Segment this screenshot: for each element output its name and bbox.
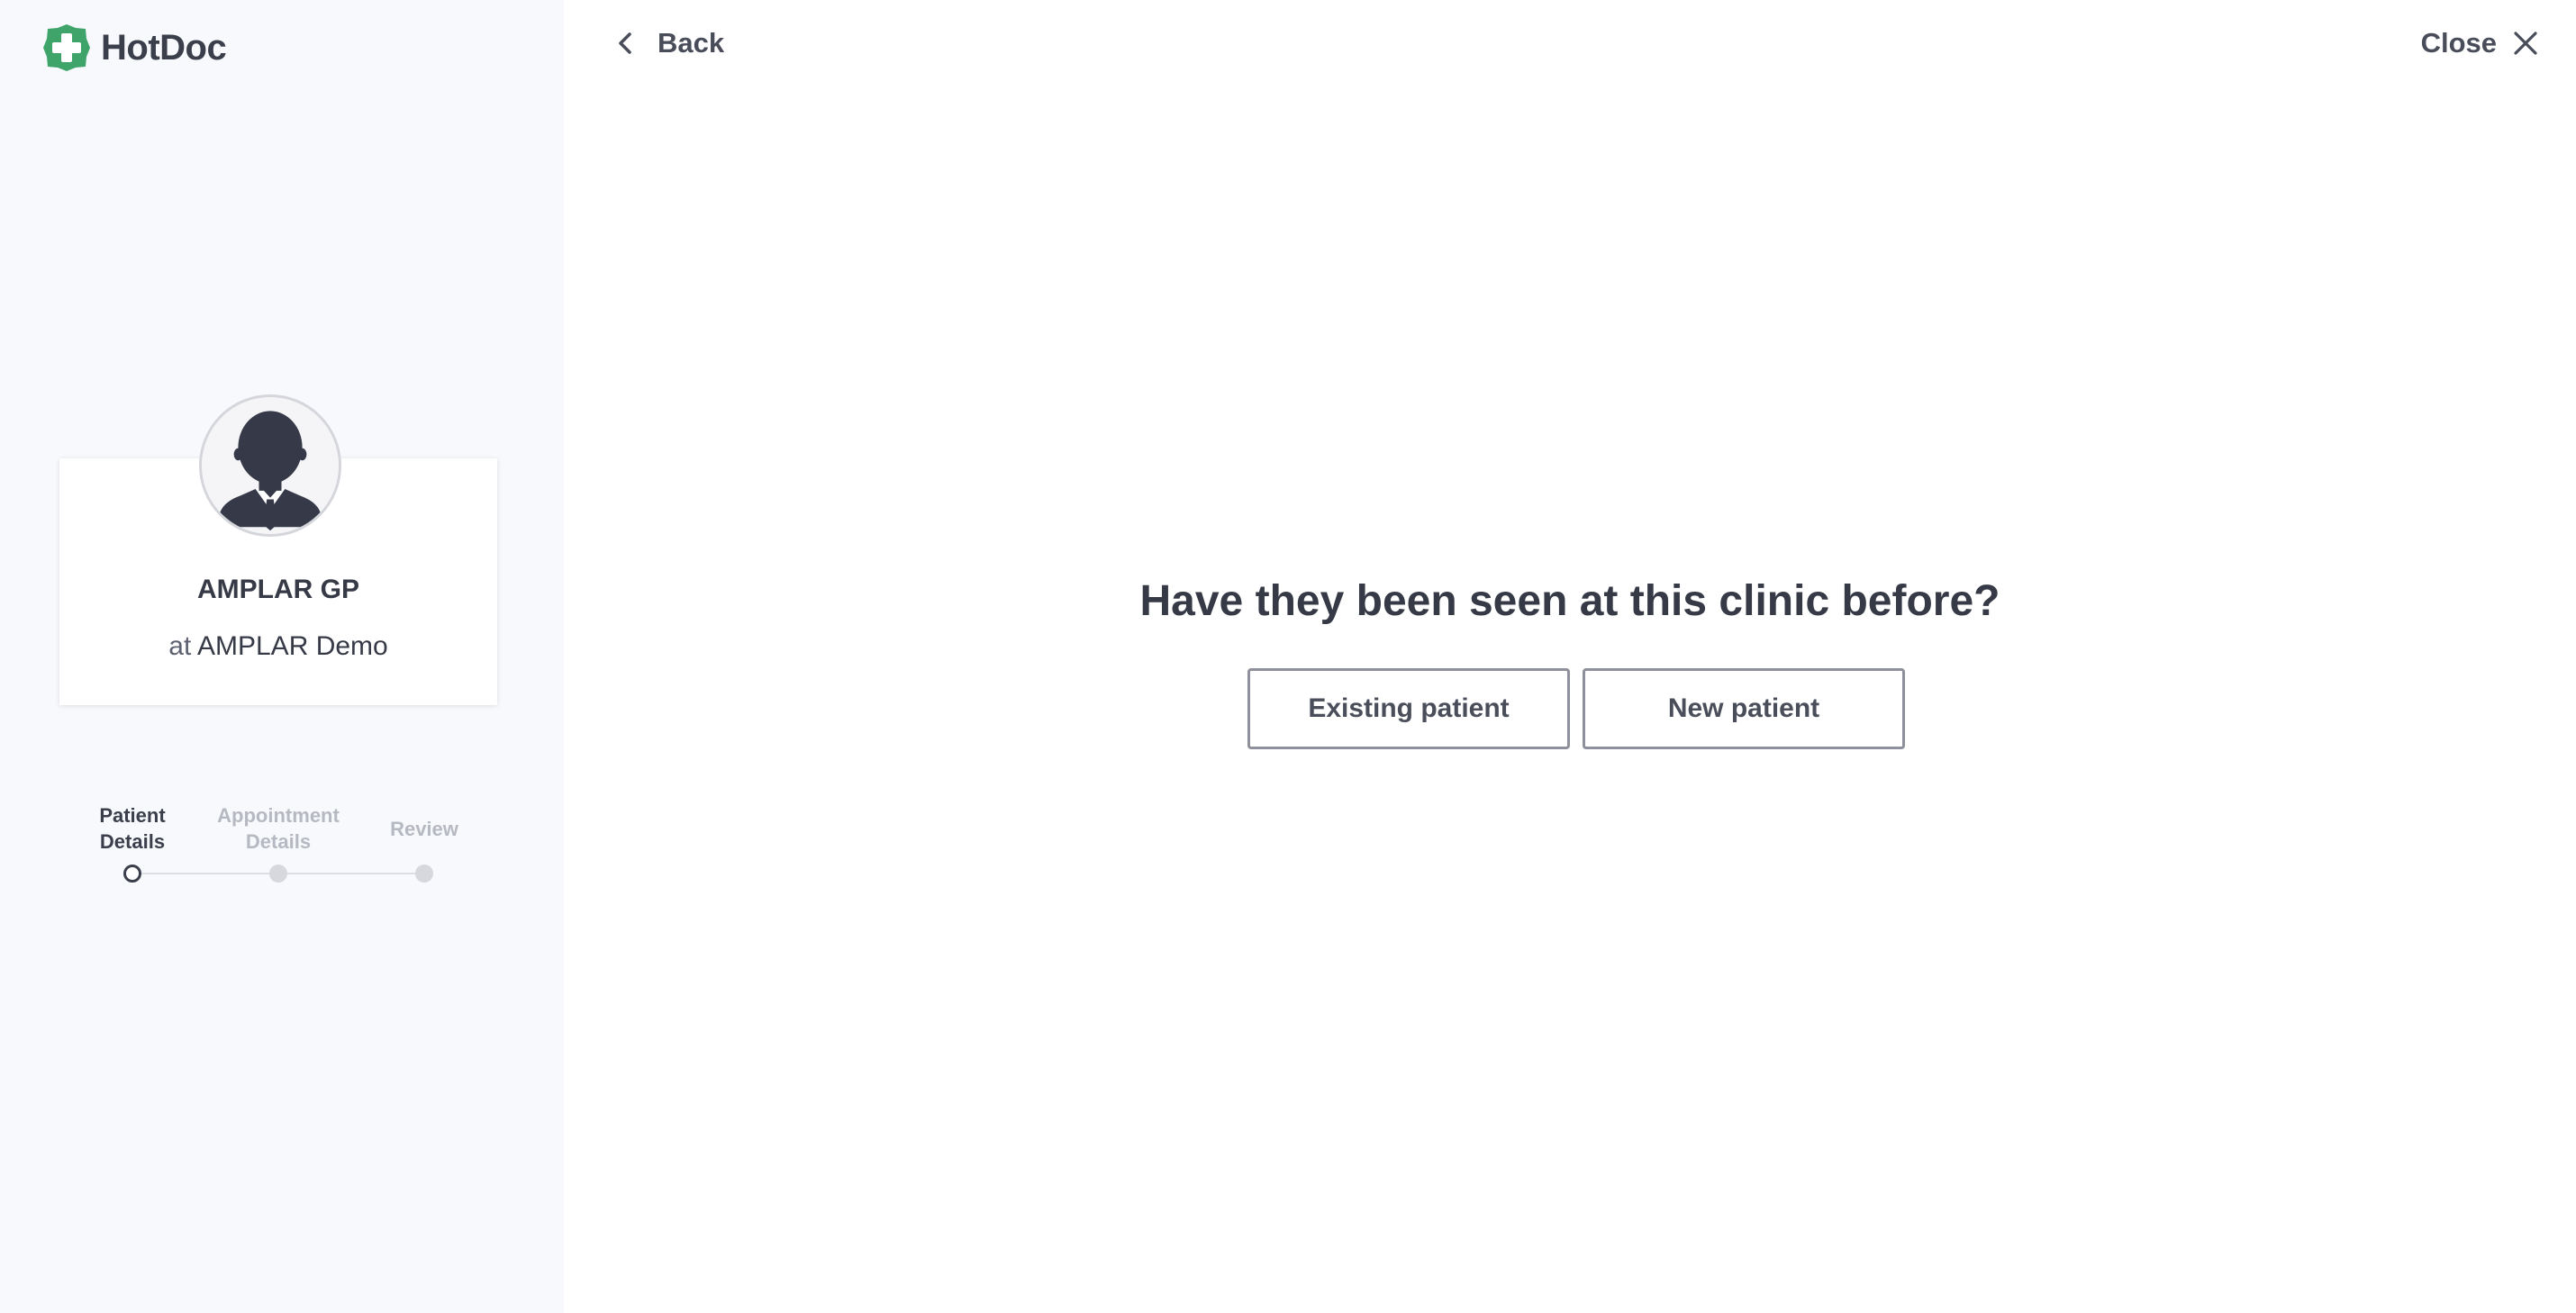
step-dot-patient-details (123, 865, 141, 883)
step-label-review: Review (343, 816, 505, 842)
step-label-line: Details (99, 830, 166, 853)
booking-app: HotDoc AMPLAR GP at AMPLAR Demo Patient … (0, 0, 2576, 1313)
step-label-appointment-details: Appointment Details (197, 802, 359, 855)
step-label-line: Patient (99, 804, 166, 827)
step-connector (141, 873, 277, 874)
back-button[interactable]: Back (612, 27, 724, 59)
existing-patient-button[interactable]: Existing patient (1247, 668, 1570, 749)
sidebar: HotDoc AMPLAR GP at AMPLAR Demo Patient … (0, 0, 564, 1313)
step-dot-review (415, 865, 433, 883)
brand-name: HotDoc (101, 27, 227, 68)
hotdoc-logo[interactable]: HotDoc (41, 23, 227, 73)
step-label-line: Review (390, 818, 458, 840)
step-label-line: Appointment (217, 804, 340, 827)
chevron-left-icon (619, 32, 631, 54)
step-label-patient-details: Patient Details (51, 802, 213, 855)
close-button[interactable]: Close (2421, 27, 2540, 59)
page-question: Have they been seen at this clinic befor… (1139, 577, 2000, 625)
green-cross-badge-icon (43, 24, 90, 71)
step-dot-appointment-details (269, 865, 287, 883)
back-label: Back (658, 27, 725, 59)
close-label: Close (2420, 27, 2497, 59)
new-patient-button[interactable]: New patient (1583, 668, 1905, 749)
clinic-line: at AMPLAR Demo (59, 631, 497, 662)
close-icon (2514, 32, 2537, 55)
step-connector (286, 873, 424, 874)
person-silhouette-icon (202, 397, 339, 534)
doctor-avatar (199, 394, 341, 537)
clinic-prefix: at (168, 631, 192, 661)
clinic-name: AMPLAR Demo (196, 631, 388, 661)
doctor-name: AMPLAR GP (197, 575, 359, 604)
step-label-line: Details (245, 830, 312, 853)
